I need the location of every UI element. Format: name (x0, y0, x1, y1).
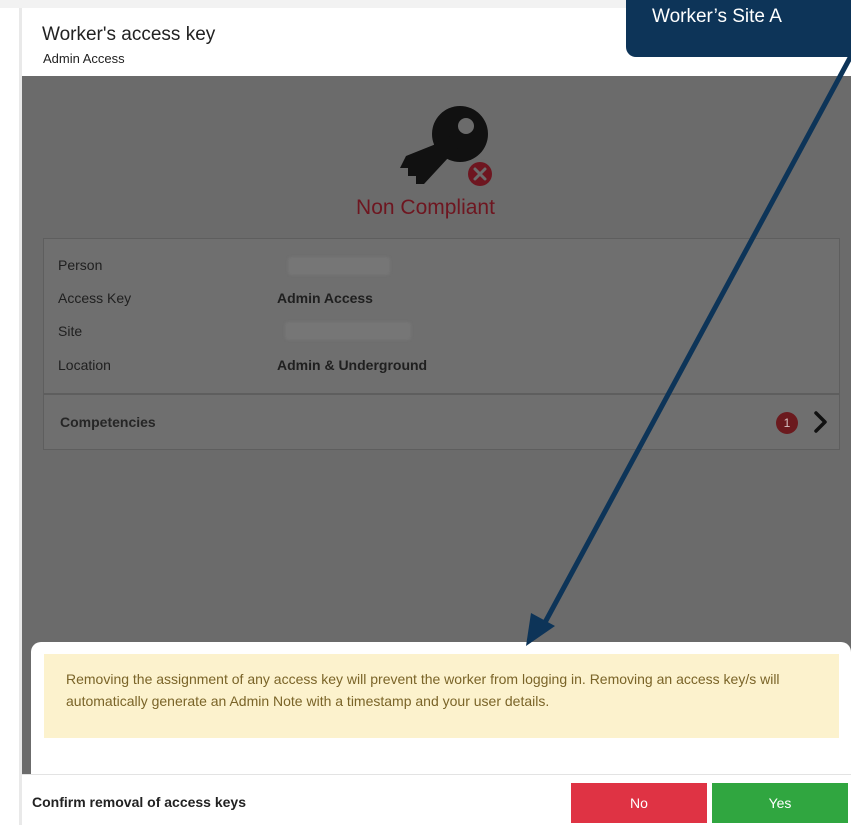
site-value-redacted (285, 322, 411, 340)
competencies-label: Competencies (60, 414, 156, 430)
person-label: Person (58, 257, 103, 273)
warning-message: Removing the assignment of any access ke… (44, 654, 839, 738)
annotation-callout: Worker’s Site A (626, 0, 851, 57)
confirm-footer: Confirm removal of access keys No Yes (22, 774, 851, 826)
access-key-label: Access Key (58, 290, 132, 306)
site-label: Site (58, 323, 83, 339)
callout-text: Worker’s Site A (652, 6, 782, 27)
warning-panel: Removing the assignment of any access ke… (31, 642, 851, 782)
key-icon (400, 106, 495, 189)
details-card: Person Access Key Admin Access Site Loca… (43, 238, 840, 394)
location-value: Admin & Underground (277, 357, 428, 373)
no-button[interactable]: No (571, 783, 707, 823)
x-circle-icon (465, 159, 495, 189)
compliance-status: Non Compliant (356, 196, 495, 219)
competencies-row[interactable]: Competencies 1 (43, 394, 840, 450)
chevron-right-icon[interactable] (812, 409, 830, 435)
person-value-redacted (288, 257, 390, 275)
location-label: Location (58, 357, 111, 373)
competencies-count-badge: 1 (776, 412, 798, 434)
callout-clip: Worker’s Site A (0, 0, 851, 60)
confirm-label: Confirm removal of access keys (32, 794, 246, 810)
access-key-value: Admin Access (277, 290, 373, 306)
yes-button[interactable]: Yes (712, 783, 848, 823)
